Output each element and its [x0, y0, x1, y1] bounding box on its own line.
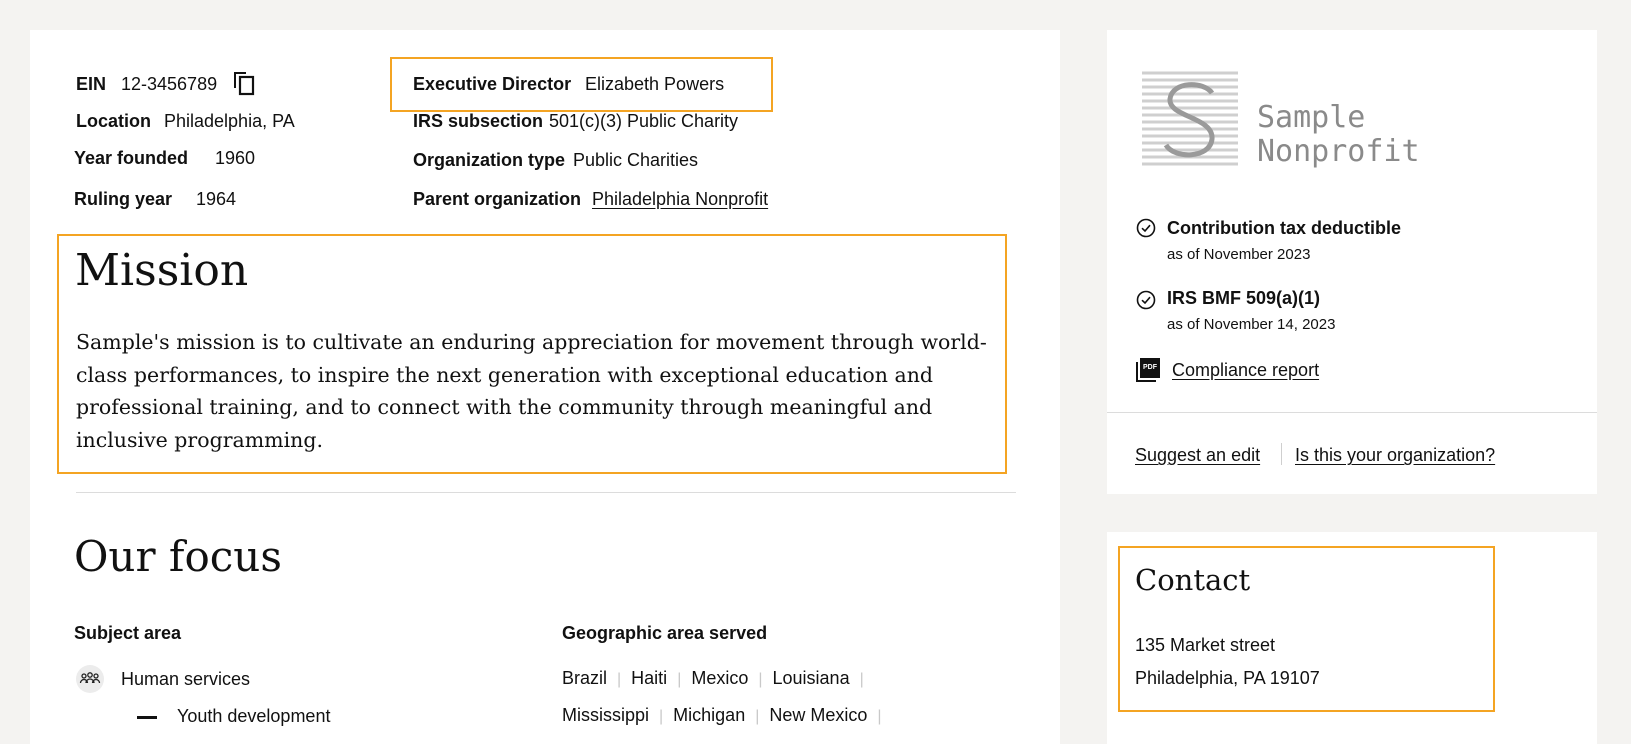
mission-title: Mission	[75, 245, 249, 296]
geo-item: Louisiana	[772, 668, 850, 688]
year-founded-value: 1960	[215, 148, 256, 168]
irs-subsection-value: 501(c)(3) Public Charity	[549, 111, 739, 131]
subject-secondary: Youth development	[177, 706, 331, 726]
parent-org-link[interactable]: Philadelphia Nonprofit	[592, 189, 768, 210]
ruling-year-label: Ruling year	[74, 189, 173, 209]
compliance-report-link[interactable]: Compliance report	[1172, 360, 1319, 381]
location-value: Philadelphia, PA	[164, 111, 295, 131]
status-2-title: IRS BMF 509(a)(1)	[1167, 288, 1321, 308]
dash-icon	[137, 716, 157, 719]
logo-text: Sample Nonprofit	[1257, 101, 1420, 169]
mission-text: Sample's mission is to cultivate an endu…	[76, 330, 987, 452]
irs-subsection-label: IRS subsection	[413, 111, 544, 131]
org-type-label: Organization type	[413, 150, 566, 170]
geo-item: Brazil	[562, 668, 608, 688]
ein-label: EIN	[76, 74, 107, 94]
year-founded-label: Year founded	[74, 148, 189, 168]
ruling-year-value: 1964	[196, 189, 237, 209]
contact-title: Contact	[1135, 563, 1251, 597]
focus-title: Our focus	[74, 532, 282, 581]
check-circle-icon	[1136, 290, 1156, 310]
link-separator	[1281, 443, 1282, 465]
geo-area-label: Geographic area served	[562, 623, 768, 643]
org-type-value: Public Charities	[573, 150, 699, 170]
geo-item: Mississippi	[562, 705, 650, 725]
status-2-sub: as of November 14, 2023	[1167, 316, 1336, 333]
geo-item: Michigan	[673, 705, 746, 725]
location-label: Location	[76, 111, 151, 131]
sidebar-divider	[1107, 412, 1597, 413]
pdf-icon: PDF	[1136, 358, 1160, 382]
geo-item: Mexico	[691, 668, 749, 688]
geo-row-1: Brazil | Haiti | Mexico | Louisiana |	[562, 668, 864, 688]
suggest-edit-link[interactable]: Suggest an edit	[1135, 445, 1260, 466]
human-services-icon	[76, 665, 104, 693]
geo-item: Haiti	[631, 668, 668, 688]
ein-value: 12-3456789	[121, 74, 218, 94]
logo-line-2: Nonprofit	[1257, 134, 1420, 169]
claim-org-link[interactable]: Is this your organization?	[1295, 445, 1495, 466]
check-circle-icon	[1136, 218, 1156, 238]
status-1-title: Contribution tax deductible	[1167, 218, 1401, 238]
contact-address-2: Philadelphia, PA 19107	[1135, 668, 1320, 688]
copy-icon[interactable]	[232, 70, 256, 96]
status-1-sub: as of November 2023	[1167, 246, 1311, 263]
subject-primary: Human services	[121, 669, 251, 689]
geo-item: New Mexico	[769, 705, 868, 725]
contact-address-1: 135 Market street	[1135, 635, 1276, 655]
pdf-badge: PDF	[1140, 358, 1160, 378]
geo-row-2: Mississippi | Michigan | New Mexico |	[562, 705, 882, 725]
exec-director-highlight	[390, 57, 773, 112]
subject-area-label: Subject area	[74, 623, 182, 643]
logo-line-1: Sample	[1257, 100, 1366, 135]
logo-icon	[1142, 71, 1238, 167]
divider	[76, 492, 1016, 493]
parent-org-label: Parent organization	[413, 189, 582, 209]
